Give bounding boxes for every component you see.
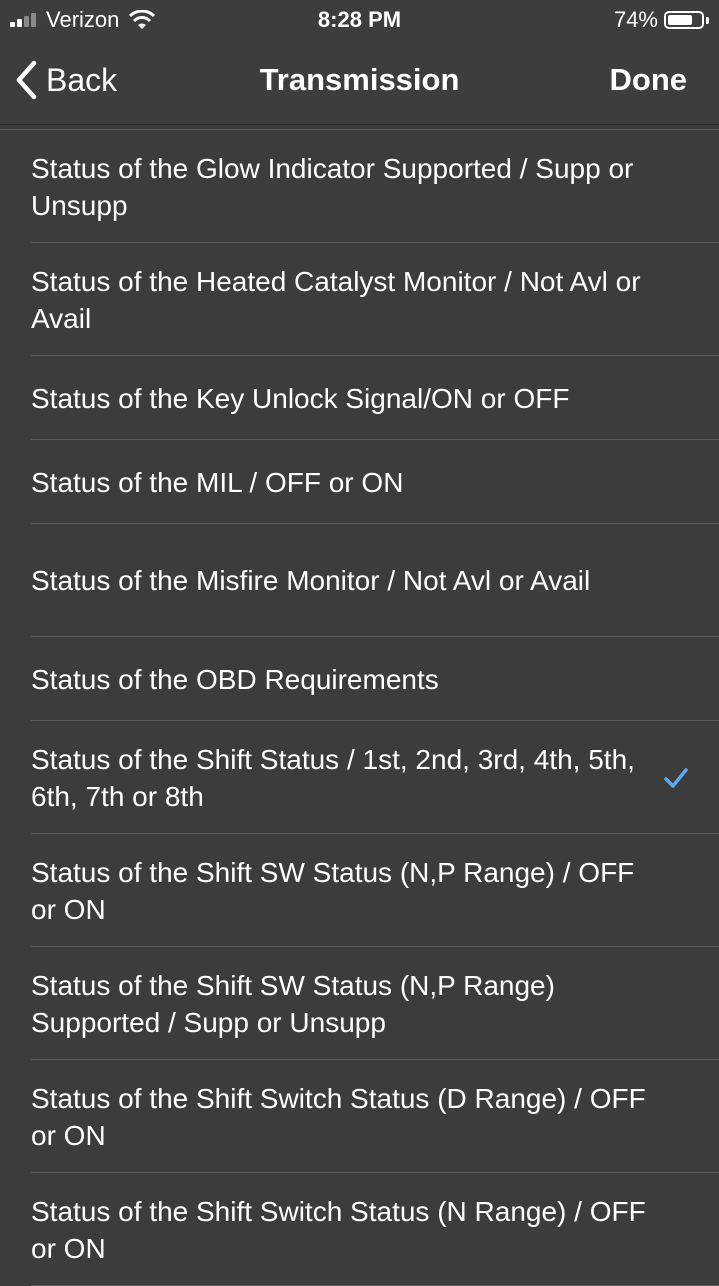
list-item-label: Status of the Glow Indicator Supported /… [31, 152, 634, 221]
list-item-label: Status of the Shift SW Status (N,P Range… [31, 856, 635, 925]
list-item[interactable]: Status of the Shift SW Status (N,P Range… [0, 947, 719, 1060]
list-item-label: Status of the Shift SW Status (N,P Range… [31, 969, 555, 1038]
status-bar: Verizon 8:28 PM 74% [0, 0, 719, 40]
list-item-label: Status of the OBD Requirements [31, 663, 439, 695]
status-right: 74% [614, 7, 709, 33]
list-item[interactable]: Status of the Key Unlock Signal/ON or OF… [0, 356, 719, 440]
battery-level [668, 15, 692, 25]
navigation-bar: Back Transmission Done [0, 40, 719, 124]
list-item[interactable]: Status of the Shift Switch Status (N Ran… [0, 1173, 719, 1286]
list-item-label: Status of the Shift Switch Status (D Ran… [31, 1082, 646, 1151]
battery-tip [706, 16, 709, 24]
list-item[interactable]: Status of the Glow Indicator Supported /… [0, 130, 719, 243]
list-item-label: Status of the Misfire Monitor / Not Avl … [31, 565, 591, 596]
battery-icon [664, 11, 704, 29]
checkmark-icon [664, 767, 688, 788]
list-item[interactable]: Status of the Shift Status / 1st, 2nd, 3… [0, 721, 719, 834]
list-item-label: Status of the Key Unlock Signal/ON or OF… [31, 382, 570, 414]
list-item[interactable]: Status of the Shift SW Status (N,P Range… [0, 834, 719, 947]
list-item[interactable]: Status of the Heated Catalyst Monitor / … [0, 243, 719, 356]
list-item-label: Status of the Heated Catalyst Monitor / … [31, 265, 641, 334]
list-item-label: Status of the MIL / OFF or ON [31, 466, 404, 498]
parameter-list: Status of the Glow Indicator Supported /… [0, 129, 719, 1286]
header: Verizon 8:28 PM 74% Back Transmission Do… [0, 0, 719, 125]
battery-percentage: 74% [613, 7, 658, 32]
list-item[interactable]: Status of the OBD Requirements [0, 637, 719, 721]
list-item[interactable]: Status of the Shift Switch Status (D Ran… [0, 1060, 719, 1173]
list-item-label: Status of the Shift Switch Status (N Ran… [31, 1195, 646, 1264]
list-item[interactable]: Status of the MIL / OFF or ON [0, 440, 719, 524]
list-item[interactable]: Status of the Misfire Monitor / Not Avl … [0, 524, 719, 637]
list-item-label: Status of the Shift Status / 1st, 2nd, 3… [31, 743, 635, 812]
done-button[interactable]: Done [610, 62, 688, 98]
status-time: 8:28 PM [317, 7, 402, 32]
